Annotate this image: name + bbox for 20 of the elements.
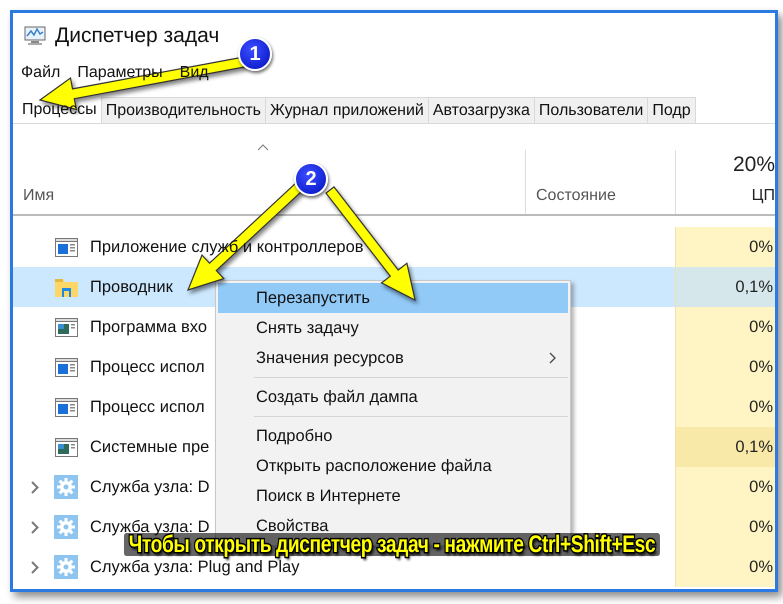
caption: Чтобы открыть диспетчер задач - нажмите Ctrl+Shift+Esc: [124, 533, 660, 556]
cpu-cell: 0,1%: [675, 427, 775, 467]
cpu-cell: 0,1%: [675, 267, 775, 307]
cpu-cell: 0%: [675, 547, 775, 587]
process-name: Процесс испол: [90, 358, 205, 376]
cpu-cell: 0%: [675, 227, 775, 267]
cpu-cell: 0%: [675, 387, 775, 427]
process-name: Служба узла: Plug and Play: [90, 558, 300, 576]
cpu-cell: 0%: [675, 347, 775, 387]
cpu-total: 20%: [732, 153, 775, 177]
process-name: Служба узла: D: [90, 478, 210, 496]
window-title: Диспетчер задач: [55, 24, 220, 48]
process-name: Процесс испол: [90, 398, 205, 416]
cpu-cell: 0%: [675, 507, 775, 547]
process-name: Программа вхо: [90, 318, 208, 336]
cpu-cell: 0%: [675, 307, 775, 347]
cpu-cell: 0%: [675, 467, 775, 507]
process-name: Служба узла: D: [90, 518, 210, 536]
process-name: Проводник: [90, 278, 173, 296]
process-name: Системные пре: [90, 438, 210, 456]
